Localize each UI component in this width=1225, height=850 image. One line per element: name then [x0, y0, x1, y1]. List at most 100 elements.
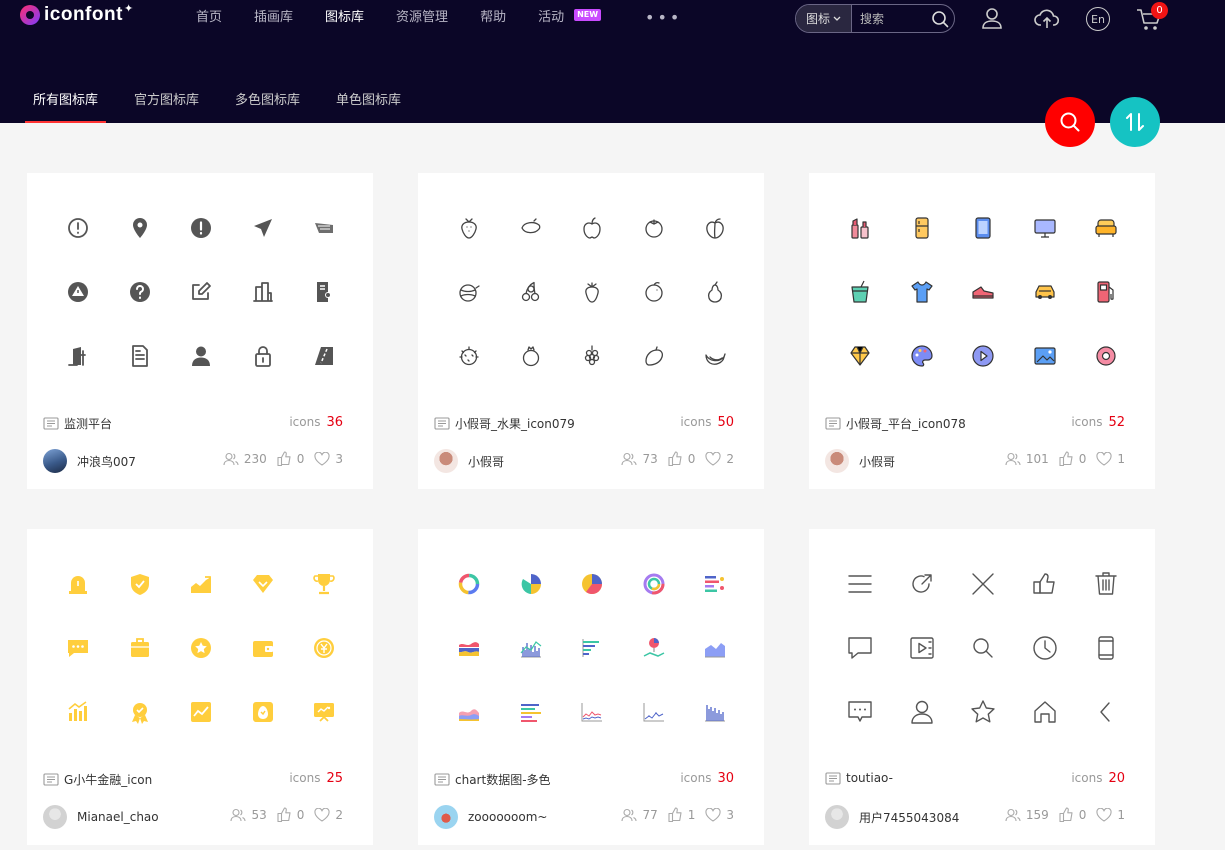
icon-library-card[interactable]: G小牛金融_icon icons 25 Mianael_chao 53 0 2 — [27, 529, 373, 845]
like-button[interactable]: 0 — [1059, 807, 1086, 822]
egg-icon[interactable] — [248, 697, 278, 727]
library-title[interactable]: chart数据图-多色 — [434, 771, 551, 788]
cosmetics-icon[interactable] — [845, 213, 875, 243]
play-icon[interactable] — [968, 341, 998, 371]
home-icon[interactable] — [1030, 697, 1060, 727]
nav-item-help[interactable]: 帮助 — [480, 6, 506, 25]
line-chart-2-icon[interactable] — [639, 697, 669, 727]
shoe-icon[interactable] — [968, 277, 998, 307]
horizontal-bar-icon[interactable] — [577, 633, 607, 663]
tab-monochrome-libraries[interactable]: 单色图标库 — [328, 89, 409, 123]
user-icon[interactable] — [980, 6, 1004, 34]
user-icon[interactable] — [907, 697, 937, 727]
strawberry-icon[interactable] — [454, 213, 484, 243]
refrigerator-icon[interactable] — [907, 213, 937, 243]
library-title[interactable]: 小假哥_水果_icon079 — [434, 415, 575, 432]
video-icon[interactable] — [907, 633, 937, 663]
strawberry-outline-icon[interactable] — [577, 277, 607, 307]
pomegranate-icon[interactable] — [516, 341, 546, 371]
line-chart-icon[interactable] — [577, 697, 607, 727]
presentation-icon[interactable] — [309, 697, 339, 727]
bar-chart-lines-icon[interactable] — [516, 697, 546, 727]
durian-icon[interactable] — [454, 341, 484, 371]
column-chart-2-icon[interactable] — [700, 697, 730, 727]
drink-icon[interactable] — [845, 277, 875, 307]
nav-item-home[interactable]: 首页 — [196, 6, 222, 25]
cherry-icon[interactable] — [516, 277, 546, 307]
grapes-icon[interactable] — [577, 341, 607, 371]
tomato-icon[interactable] — [639, 213, 669, 243]
library-author[interactable]: 小假哥 — [825, 449, 895, 473]
document-icon[interactable] — [125, 341, 155, 371]
close-icon[interactable] — [968, 569, 998, 599]
edit-icon[interactable] — [186, 277, 216, 307]
like-button[interactable]: 0 — [668, 451, 695, 466]
nav-item-activities[interactable]: 活动 NEW — [538, 6, 602, 25]
phone-icon[interactable] — [1091, 633, 1121, 663]
nav-item-icon-library[interactable]: 图标库 — [325, 6, 364, 25]
tab-all-libraries[interactable]: 所有图标库 — [25, 89, 107, 123]
road-icon[interactable] — [309, 341, 339, 371]
favorite-button[interactable]: 1 — [1096, 807, 1125, 822]
flower-icon[interactable] — [1091, 341, 1121, 371]
library-title[interactable]: G小牛金融_icon — [43, 771, 152, 788]
pie-chart-icon[interactable] — [516, 569, 546, 599]
clock-icon[interactable] — [1030, 633, 1060, 663]
search-icon[interactable] — [968, 633, 998, 663]
favorite-button[interactable]: 1 — [1096, 451, 1125, 466]
donut-chart-icon[interactable] — [454, 569, 484, 599]
palette-icon[interactable] — [907, 341, 937, 371]
nav-item-illustrations[interactable]: 插画库 — [254, 6, 293, 25]
badge-icon[interactable] — [125, 697, 155, 727]
library-author[interactable]: zooooooom~ — [434, 805, 547, 829]
door-exit-icon[interactable] — [63, 341, 93, 371]
warning-circle-icon[interactable] — [63, 277, 93, 307]
library-title[interactable]: toutiao- — [825, 771, 893, 785]
like-button[interactable]: 1 — [668, 807, 695, 822]
favorite-button[interactable]: 2 — [705, 451, 734, 466]
tab-official-libraries[interactable]: 官方图标库 — [126, 89, 207, 123]
floating-sort-button[interactable] — [1110, 97, 1160, 147]
radar-icon[interactable] — [309, 213, 339, 243]
like-button[interactable]: 0 — [277, 807, 304, 822]
thumbs-up-icon[interactable] — [1030, 569, 1060, 599]
star-medal-icon[interactable] — [186, 633, 216, 663]
search-input[interactable] — [852, 11, 926, 26]
language-switch-icon[interactable]: En — [1086, 7, 1110, 31]
upload-cloud-icon[interactable] — [1034, 6, 1060, 34]
exclamation-circle-icon[interactable] — [186, 213, 216, 243]
menu-icon[interactable] — [845, 569, 875, 599]
diamond-icon[interactable] — [248, 569, 278, 599]
fuel-icon[interactable] — [1091, 277, 1121, 307]
library-author[interactable]: 用户7455043084 — [825, 805, 959, 829]
map-chart-icon[interactable] — [639, 633, 669, 663]
library-author[interactable]: 小假哥 — [434, 449, 504, 473]
lemon-icon[interactable] — [516, 213, 546, 243]
sofa-icon[interactable] — [1091, 213, 1121, 243]
search-scope-select[interactable]: 图标 — [796, 5, 852, 32]
library-title[interactable]: 监测平台 — [43, 415, 112, 432]
floating-search-button[interactable] — [1045, 97, 1095, 147]
chevron-left-icon[interactable] — [1091, 697, 1121, 727]
pear-icon[interactable] — [700, 277, 730, 307]
icon-library-card[interactable]: toutiao-icons 20 用户7455043084 159 0 1 — [809, 529, 1155, 845]
library-author[interactable]: 冲浪鸟007 — [43, 449, 136, 473]
mango-icon[interactable] — [639, 341, 669, 371]
search-icon[interactable] — [926, 10, 954, 28]
icon-library-card[interactable]: chart数据图-多色 icons 30 zooooooom~ 77 1 3 — [418, 529, 764, 845]
coin-icon[interactable] — [309, 633, 339, 663]
star-icon[interactable] — [968, 697, 998, 727]
trend-chart-icon[interactable] — [186, 569, 216, 599]
car-icon[interactable] — [1030, 277, 1060, 307]
trophy-icon[interactable] — [309, 569, 339, 599]
question-circle-icon[interactable] — [125, 277, 155, 307]
user-icon[interactable] — [186, 341, 216, 371]
stacked-area-icon[interactable] — [454, 697, 484, 727]
tablet-icon[interactable] — [968, 213, 998, 243]
exclamation-circle-outline-icon[interactable] — [63, 213, 93, 243]
line-chart-icon[interactable] — [186, 697, 216, 727]
share-icon[interactable] — [907, 569, 937, 599]
message-icon[interactable] — [63, 633, 93, 663]
picture-icon[interactable] — [1030, 341, 1060, 371]
location-pin-icon[interactable] — [125, 213, 155, 243]
